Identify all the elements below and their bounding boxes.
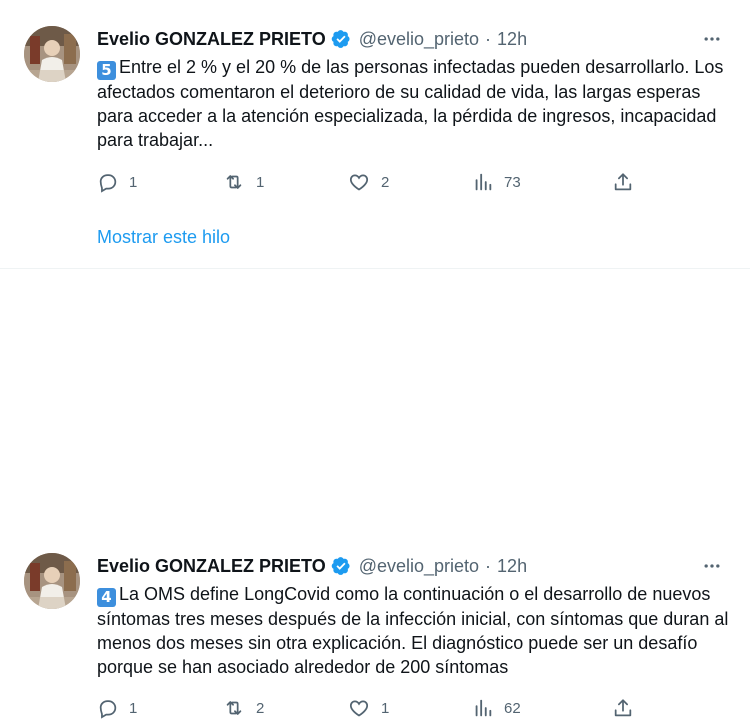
like-count: 2 [381, 173, 390, 191]
author-name[interactable]: Evelio GONZALEZ PRIETO [97, 29, 326, 50]
timestamp[interactable]: 12h [497, 556, 527, 577]
tweet[interactable]: Evelio GONZALEZ PRIETO @evelio_prieto · … [0, 0, 750, 268]
reply-icon [97, 697, 119, 719]
heart-icon [347, 697, 371, 719]
reply-count: 1 [129, 699, 138, 717]
retweet-button[interactable]: 1 [222, 170, 347, 194]
verified-badge-icon[interactable] [331, 29, 351, 49]
avatar[interactable] [24, 553, 80, 609]
timestamp[interactable]: 12h [497, 29, 527, 50]
tweet-text-content: Entre el 2 % y el 20 % de las personas i… [97, 57, 724, 150]
author-handle[interactable]: @evelio_prieto [359, 29, 479, 50]
share-icon [612, 171, 634, 193]
author-name[interactable]: Evelio GONZALEZ PRIETO [97, 556, 326, 577]
avatar[interactable] [24, 26, 80, 82]
views-chart-icon [472, 171, 494, 193]
views-count: 73 [504, 173, 521, 191]
retweet-count: 1 [256, 173, 265, 191]
views-count: 62 [504, 699, 521, 717]
separator-dot: · [485, 555, 492, 576]
views-chart-icon [472, 697, 494, 719]
more-horizontal-icon[interactable] [698, 27, 726, 51]
show-thread-link[interactable]: Mostrar este hilo [97, 227, 230, 248]
like-button[interactable]: 1 [347, 696, 472, 720]
reply-count: 1 [129, 173, 138, 191]
tweet-header: Evelio GONZALEZ PRIETO @evelio_prieto · … [97, 27, 726, 51]
heart-icon [347, 171, 371, 193]
tweet-text: 4 La OMS define LongCovid como la continu… [97, 582, 737, 679]
verified-badge-icon[interactable] [331, 556, 351, 576]
share-button[interactable] [612, 696, 642, 720]
timeline-feed: Evelio GONZALEZ PRIETO @evelio_prieto · … [0, 0, 750, 719]
tweet-actions: 1 2 1 62 [97, 696, 726, 720]
views-button[interactable]: 62 [472, 696, 612, 720]
keycap-number-emoji: 5 [97, 61, 116, 80]
like-count: 1 [381, 699, 390, 717]
tweet[interactable]: Evelio GONZALEZ PRIETO @evelio_prieto · … [0, 268, 750, 719]
share-icon [612, 697, 634, 719]
reply-button[interactable]: 1 [97, 170, 222, 194]
tweet-text-content: La OMS define LongCovid como la continua… [97, 584, 729, 677]
keycap-number-emoji: 4 [97, 588, 116, 607]
more-horizontal-icon[interactable] [698, 554, 726, 578]
avatar-photo-icon [24, 553, 80, 609]
tweet-text: 5 Entre el 2 % y el 20 % de las personas … [97, 55, 737, 152]
retweet-button[interactable]: 2 [222, 696, 347, 720]
views-button[interactable]: 73 [472, 170, 612, 194]
author-handle[interactable]: @evelio_prieto [359, 556, 479, 577]
retweet-icon [222, 697, 246, 719]
retweet-count: 2 [256, 699, 265, 717]
reply-button[interactable]: 1 [97, 696, 222, 720]
separator-dot: · [485, 28, 492, 49]
share-button[interactable] [612, 170, 642, 194]
like-button[interactable]: 2 [347, 170, 472, 194]
reply-icon [97, 171, 119, 193]
tweet-header: Evelio GONZALEZ PRIETO @evelio_prieto · … [97, 554, 726, 578]
tweet-actions: 1 1 2 73 [97, 170, 726, 194]
retweet-icon [222, 171, 246, 193]
avatar-photo-icon [24, 26, 80, 82]
